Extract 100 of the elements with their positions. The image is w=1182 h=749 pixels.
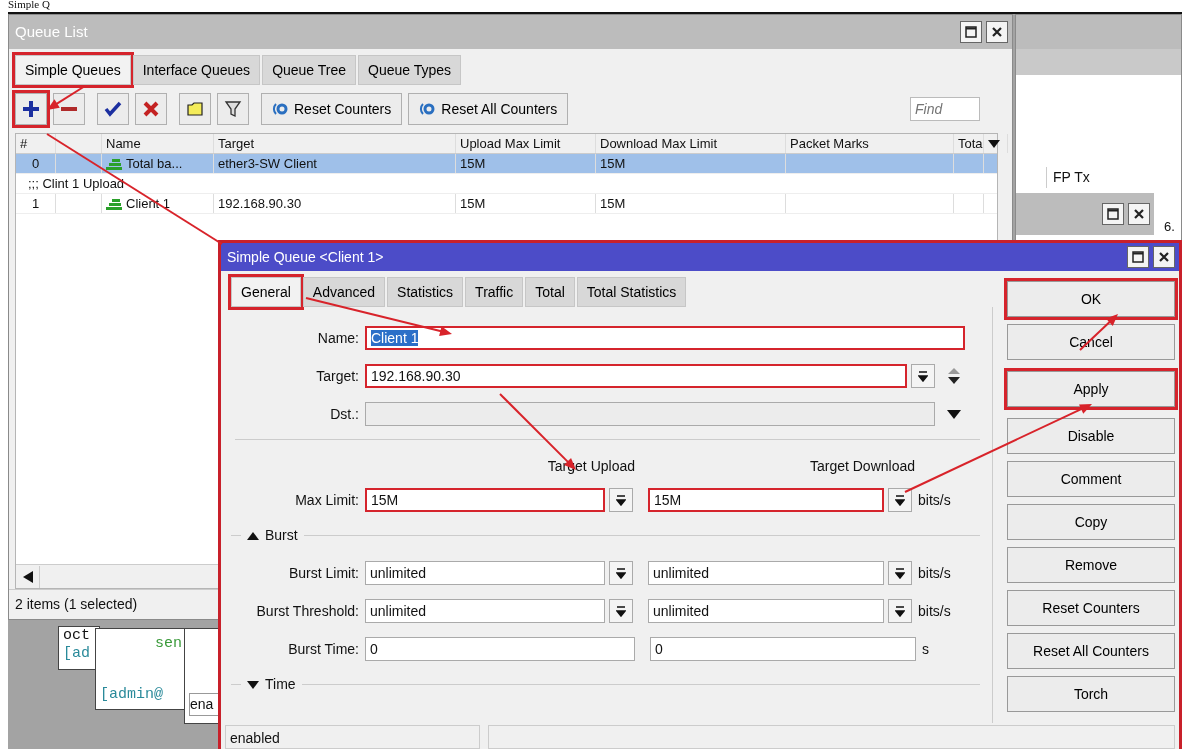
- maximize-icon: [1107, 208, 1119, 220]
- dropdown-button[interactable]: [888, 488, 912, 512]
- dialog-button[interactable]: Disable: [1007, 418, 1175, 454]
- input-field[interactable]: unlimited: [648, 561, 884, 585]
- input-field[interactable]: unlimited: [365, 561, 605, 585]
- unit-label: bits/s: [918, 563, 951, 583]
- tab[interactable]: Advanced: [302, 277, 386, 307]
- field-label: Name:: [316, 328, 360, 348]
- dialog-button[interactable]: Comment: [1007, 461, 1175, 497]
- plus-icon: [21, 99, 41, 119]
- tab[interactable]: Queue Tree: [262, 55, 357, 85]
- caret-icon: [947, 409, 961, 419]
- dropdown-button[interactable]: [911, 364, 935, 388]
- arrow-left-icon: [22, 570, 33, 583]
- input-field[interactable]: [365, 402, 935, 426]
- input-field[interactable]: Client 1: [365, 326, 965, 350]
- input-field[interactable]: 192.168.90.30: [365, 364, 907, 388]
- unit-label: s: [922, 639, 929, 659]
- dialog-button[interactable]: OK: [1007, 281, 1175, 317]
- arrow-down-icon: [895, 567, 905, 579]
- terminal-text: oct: [63, 627, 91, 645]
- field-label: Max Limit:: [294, 490, 360, 510]
- input-field[interactable]: 15M: [648, 488, 884, 512]
- dialog-button[interactable]: Apply: [1007, 371, 1175, 407]
- enable-button[interactable]: [97, 93, 129, 125]
- dropdown-button[interactable]: [609, 599, 633, 623]
- dialog-button[interactable]: Reset Counters: [1007, 590, 1175, 626]
- input-field[interactable]: 0: [365, 637, 635, 661]
- table-cell: 192.168.90.30: [214, 194, 456, 213]
- arrow-down-icon: [616, 494, 626, 506]
- field-label: Target:: [315, 366, 360, 386]
- dropdown-button[interactable]: [609, 488, 633, 512]
- add-button[interactable]: [15, 93, 47, 125]
- queue-icon: [106, 197, 122, 210]
- up-down-arrows-icon: [947, 367, 961, 385]
- input-field[interactable]: 15M: [365, 488, 605, 512]
- tab[interactable]: Statistics: [387, 277, 464, 307]
- window-title: Simple Queue <Client 1>: [227, 247, 384, 267]
- column-header[interactable]: Tota: [954, 134, 984, 153]
- column-header[interactable]: Upload Max Limit: [456, 134, 596, 153]
- tab[interactable]: Simple Queues: [15, 55, 131, 85]
- input-field[interactable]: unlimited: [365, 599, 605, 623]
- checkmark-icon: [103, 99, 123, 119]
- reset-icon: [419, 102, 436, 116]
- field-label: Burst Time:: [287, 639, 360, 659]
- close-button[interactable]: [986, 21, 1008, 43]
- tab[interactable]: Interface Queues: [132, 55, 261, 85]
- unit-label: bits/s: [918, 601, 951, 621]
- maximize-button[interactable]: [1102, 203, 1124, 225]
- tab[interactable]: Total Statistics: [576, 277, 687, 307]
- find-field[interactable]: Find: [910, 97, 980, 121]
- tab[interactable]: Traffic: [465, 277, 524, 307]
- input-field[interactable]: 0: [650, 637, 916, 661]
- tab[interactable]: General: [231, 277, 301, 307]
- input-field[interactable]: unlimited: [648, 599, 884, 623]
- caret-icon: [988, 139, 1000, 148]
- triangle-up-icon[interactable]: [247, 531, 259, 540]
- comment-button[interactable]: [179, 93, 211, 125]
- close-button[interactable]: [1128, 203, 1150, 225]
- reset-button[interactable]: Reset All Counters: [408, 93, 569, 125]
- dialog-button[interactable]: Remove: [1007, 547, 1175, 583]
- tab[interactable]: Queue Types: [358, 55, 462, 85]
- field-label: Burst Threshold:: [255, 601, 360, 621]
- field-label: Burst Limit:: [288, 563, 360, 583]
- column-header[interactable]: Download Max Limit: [596, 134, 786, 153]
- dialog-button[interactable]: Reset All Counters: [1007, 633, 1175, 669]
- column-header: Target Download: [808, 457, 915, 476]
- status-text: enabled: [225, 725, 480, 749]
- column-header: FP Tx: [1046, 167, 1090, 188]
- column-header[interactable]: #: [16, 134, 56, 153]
- dialog-button[interactable]: Torch: [1007, 676, 1175, 712]
- dropdown-button[interactable]: [888, 561, 912, 585]
- column-header[interactable]: Name: [102, 134, 214, 153]
- dropdown-button[interactable]: [609, 561, 633, 585]
- maximize-icon: [1132, 251, 1144, 263]
- table-cell: 15M: [456, 194, 596, 213]
- table-cell: 15M: [596, 194, 786, 213]
- triangle-down-icon[interactable]: [247, 680, 259, 689]
- field-label: Dst.:: [329, 404, 360, 424]
- reset-icon: [272, 102, 288, 116]
- section-label: Burst: [265, 526, 298, 545]
- section-label: Time: [265, 675, 296, 694]
- column-header[interactable]: Target: [214, 134, 456, 153]
- filter-button[interactable]: [217, 93, 249, 125]
- maximize-button[interactable]: [1127, 246, 1149, 268]
- table-cell: ether3-SW Client: [214, 154, 456, 173]
- remove-button[interactable]: [53, 93, 85, 125]
- reset-button[interactable]: Reset Counters: [261, 93, 403, 125]
- table-cell: Total ba...: [126, 154, 183, 173]
- tab[interactable]: Total: [525, 277, 575, 307]
- close-icon: [991, 26, 1003, 38]
- arrow-down-icon: [895, 605, 905, 617]
- unit-label: bits/s: [918, 490, 951, 510]
- table-cell: 15M: [456, 154, 596, 173]
- dialog-button[interactable]: Copy: [1007, 504, 1175, 540]
- disable-button[interactable]: [135, 93, 167, 125]
- close-button[interactable]: [1153, 246, 1175, 268]
- column-header[interactable]: Packet Marks: [786, 134, 954, 153]
- maximize-button[interactable]: [960, 21, 982, 43]
- dropdown-button[interactable]: [888, 599, 912, 623]
